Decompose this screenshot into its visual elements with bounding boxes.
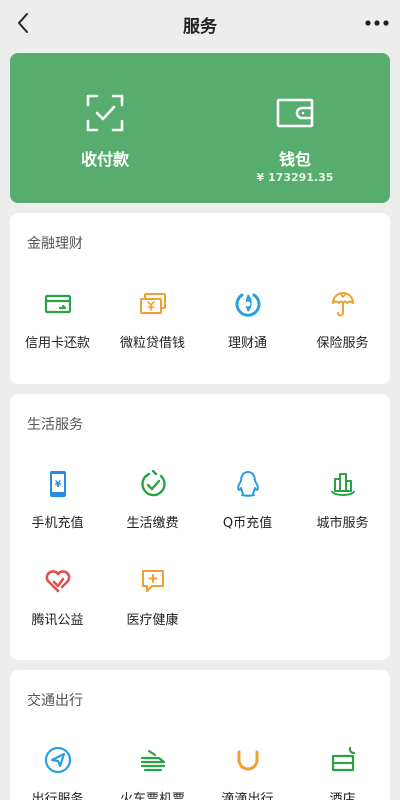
- charity-icon: [44, 567, 72, 595]
- medical-button[interactable]: 医疗健康: [105, 567, 200, 647]
- grid-label: 手机充值: [31, 516, 84, 531]
- loan-button[interactable]: 微粒贷借钱: [105, 290, 200, 370]
- wealth-button[interactable]: 理财通: [200, 290, 295, 370]
- navigation-bar: 服务: [0, 0, 400, 46]
- grid-label: 生活缴费: [126, 516, 179, 531]
- scan-pay-icon: [85, 93, 125, 133]
- grid-label: 酒店: [329, 792, 356, 800]
- life-services-section: 生活服务 ¥ 手机充值 生活缴费 Q币充值 城市服务 腾讯公益 医疗健康: [10, 394, 390, 660]
- wallet-icon: [275, 93, 315, 133]
- loan-icon: [139, 290, 167, 318]
- page-title: 服务: [183, 17, 217, 37]
- wallet-balance: ¥ 173291.35: [256, 171, 334, 184]
- section-title: 生活服务: [27, 417, 83, 433]
- hotel-button[interactable]: 酒店: [295, 746, 390, 800]
- train-ticket-button[interactable]: 火车票机票: [105, 746, 200, 800]
- insurance-button[interactable]: 保险服务: [295, 290, 390, 370]
- grid-label: Q币充值: [222, 516, 273, 531]
- grid-label: 腾讯公益: [31, 613, 84, 628]
- travel-service-button[interactable]: 出行服务: [10, 746, 105, 800]
- grid-label: 医疗健康: [126, 613, 179, 628]
- charity-button[interactable]: 腾讯公益: [10, 567, 105, 647]
- grid-label: 城市服务: [316, 516, 369, 531]
- section-title: 金融理财: [27, 236, 83, 252]
- svg-text:¥: ¥: [55, 480, 62, 490]
- utility-bill-button[interactable]: 生活缴费: [105, 469, 200, 550]
- pay-label: 收付款: [80, 150, 129, 169]
- grid-label: 保险服务: [316, 336, 369, 351]
- city-service-icon: [329, 470, 357, 498]
- didi-icon: [234, 746, 262, 774]
- more-dots-icon[interactable]: [364, 12, 390, 34]
- qq-coin-button[interactable]: Q币充值: [200, 470, 295, 550]
- grid-label: 理财通: [227, 336, 267, 351]
- wealth-icon: [234, 290, 262, 318]
- travel-service-icon: [44, 746, 72, 774]
- credit-card-repay-icon: [44, 290, 72, 318]
- credit-card-repay-button[interactable]: 信用卡还款: [10, 290, 105, 370]
- train-ticket-icon: [139, 746, 167, 774]
- pay-button[interactable]: 收付款: [10, 53, 200, 203]
- wallet-label: 钱包: [278, 150, 311, 169]
- grid-label: 火车票机票: [119, 792, 185, 800]
- qq-coin-icon: [234, 470, 262, 498]
- utility-bill-icon: [139, 469, 167, 498]
- grid-label: 出行服务: [31, 792, 84, 800]
- insurance-icon: [329, 290, 357, 318]
- hotel-icon: [329, 746, 357, 774]
- transport-section: 交通出行 出行服务 火车票机票 滴滴出行 酒店: [10, 670, 390, 800]
- medical-icon: [139, 567, 167, 595]
- didi-button[interactable]: 滴滴出行: [200, 746, 295, 800]
- finance-section: 金融理财 信用卡还款 微粒贷借钱 理财通 保险服务: [10, 213, 390, 384]
- payment-wallet-panel: 收付款 钱包 ¥ 173291.35: [10, 53, 390, 203]
- city-service-button[interactable]: 城市服务: [295, 470, 390, 550]
- section-title: 交通出行: [27, 693, 83, 709]
- phone-topup-icon: ¥: [44, 470, 72, 498]
- grid-label: 滴滴出行: [221, 792, 274, 800]
- grid-label: 信用卡还款: [24, 336, 90, 351]
- grid-label: 微粒贷借钱: [119, 336, 185, 351]
- phone-topup-button[interactable]: ¥ 手机充值: [10, 470, 105, 550]
- wallet-button[interactable]: 钱包 ¥ 173291.35: [200, 53, 390, 203]
